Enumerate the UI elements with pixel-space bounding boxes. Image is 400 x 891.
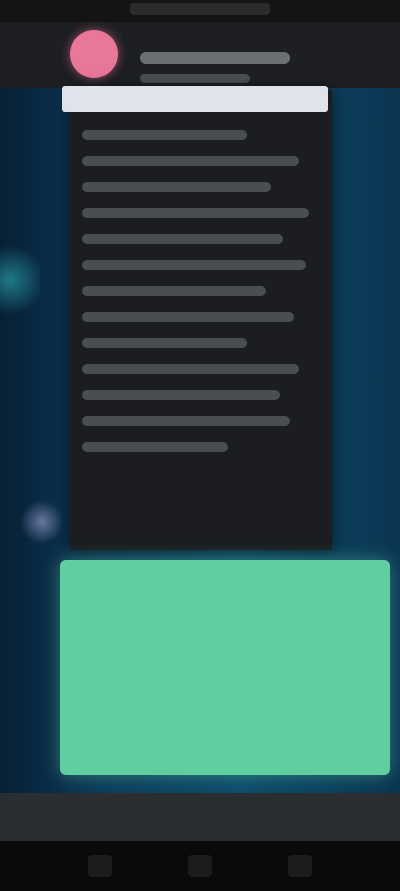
text-lines-placeholder [82,130,318,468]
text-line [82,390,281,400]
text-line [82,208,309,218]
status-bar-notch [130,3,270,15]
back-icon[interactable] [88,855,112,877]
avatar-icon[interactable] [70,30,118,78]
text-line [82,182,271,192]
app-screen [0,0,400,891]
status-bar [0,0,400,22]
background-glow [0,240,40,320]
text-line [82,286,267,296]
text-line [82,312,295,322]
background-glow-secondary [20,500,64,544]
card-banner [62,86,328,112]
home-icon[interactable] [188,855,212,877]
text-line [82,338,248,348]
app-header [0,22,400,88]
text-line [82,442,229,452]
header-title-placeholder [140,52,290,64]
text-line [82,416,290,426]
green-content-box[interactable] [60,560,390,775]
text-line [82,260,307,270]
recents-icon[interactable] [288,855,312,877]
text-line [82,130,248,140]
text-line [82,234,283,244]
header-subtitle-placeholder [140,74,250,83]
bottom-bar [0,793,400,841]
text-line [82,364,300,374]
text-line [82,156,300,166]
